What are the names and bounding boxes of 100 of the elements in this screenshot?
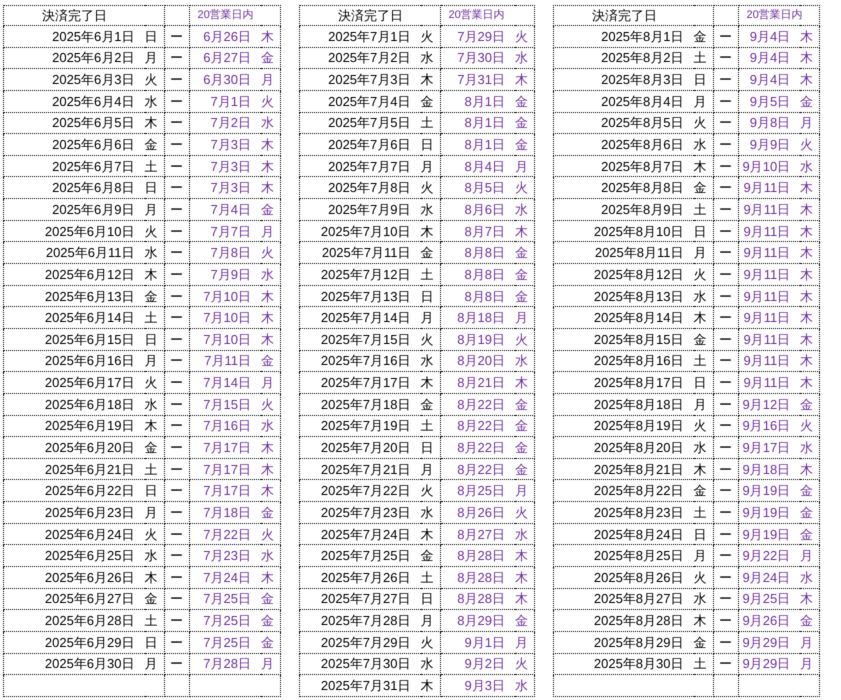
weekday-cell: 木	[800, 285, 820, 307]
weekday-cell: 火	[261, 242, 280, 264]
weekday-cell: 水	[144, 544, 164, 567]
weekday-cell: 土	[144, 155, 164, 177]
column-header: 20営業日内	[440, 6, 534, 26]
weekday-cell: 月	[261, 653, 280, 675]
weekday-cell: 水	[800, 436, 820, 458]
date-cell: 2025年7月31日	[300, 674, 420, 696]
weekday-cell: 土	[420, 415, 440, 437]
date-cell: 2025年8月20日	[554, 436, 694, 458]
weekday-cell: 木	[261, 134, 280, 156]
weekday-cell: 木	[261, 480, 280, 502]
arrow-cell: ー	[164, 306, 189, 328]
weekday-cell: 火	[800, 415, 820, 437]
date-cell: 2025年8月28日	[554, 610, 694, 632]
weekday-cell: 木	[261, 155, 280, 177]
date-cell: 2025年6月13日	[4, 285, 144, 307]
arrow-cell: ー	[713, 306, 738, 328]
arrow-cell: ー	[713, 134, 738, 156]
date-cell: 2025年7月6日	[300, 134, 420, 156]
arrow-cell: ー	[713, 480, 738, 502]
arrow-cell: ー	[164, 68, 189, 90]
weekday-cell: 金	[261, 610, 280, 632]
weekday-cell: 金	[515, 90, 534, 112]
date-cell: 2025年8月3日	[554, 68, 694, 90]
weekday-cell: 日	[420, 134, 440, 156]
arrow-cell: ー	[164, 134, 189, 156]
weekday-cell: 木	[515, 68, 534, 90]
weekday-cell: 土	[144, 306, 164, 328]
weekday-cell: 日	[694, 220, 713, 242]
weekday-cell: 月	[694, 90, 713, 112]
date-cell: 2025年7月4日	[300, 90, 420, 112]
weekday-cell: 土	[144, 458, 164, 480]
date-cell: 2025年6月23日	[4, 502, 144, 524]
weekday-cell: 火	[420, 328, 440, 350]
weekday-cell: 金	[420, 544, 440, 567]
arrow-cell: ー	[164, 631, 189, 654]
weekday-cell: 月	[144, 198, 164, 220]
weekday-cell: 木	[515, 544, 534, 567]
weekday-cell: 水	[694, 134, 713, 156]
weekday-cell: 土	[420, 566, 440, 588]
arrow-cell: ー	[713, 610, 738, 632]
weekday-cell: 水	[261, 112, 280, 134]
date-cell: 2025年6月2日	[4, 47, 144, 69]
weekday-cell: 木	[261, 436, 280, 458]
arrow-cell: ー	[164, 112, 189, 134]
weekday-cell: 日	[420, 588, 440, 610]
weekday-cell: 水	[515, 674, 534, 696]
date-cell: 2025年8月2日	[554, 47, 694, 69]
date-cell: 2025年7月15日	[300, 328, 420, 350]
weekday-cell: 水	[515, 523, 534, 545]
weekday-cell: 月	[800, 631, 820, 654]
arrow-cell: ー	[713, 112, 738, 134]
date-cell: 2025年8月1日	[554, 26, 694, 48]
weekday-cell: 日	[694, 523, 713, 545]
date-cell: 2025年7月19日	[300, 415, 420, 437]
table-cell	[164, 674, 189, 696]
weekday-cell: 水	[261, 415, 280, 437]
date-cell: 2025年8月26日	[554, 566, 694, 588]
weekday-cell: 火	[144, 523, 164, 545]
arrow-cell: ー	[713, 502, 738, 524]
weekday-cell: 金	[515, 285, 534, 307]
date-cell: 2025年6月21日	[4, 458, 144, 480]
column-header: 20営業日内	[189, 6, 280, 26]
date-cell: 2025年7月12日	[300, 264, 420, 286]
weekday-cell: 金	[694, 328, 713, 350]
date-cell: 2025年7月20日	[300, 436, 420, 458]
date-cell: 2025年8月13日	[554, 285, 694, 307]
weekday-cell: 木	[515, 220, 534, 242]
arrow-cell: ー	[713, 631, 738, 654]
date-cell: 2025年8月10日	[554, 220, 694, 242]
weekday-cell: 金	[144, 436, 164, 458]
weekday-cell: 日	[144, 26, 164, 48]
date-cell: 2025年7月23日	[300, 502, 420, 524]
date-cell: 2025年8月27日	[554, 588, 694, 610]
date-cell: 2025年7月3日	[300, 68, 420, 90]
weekday-cell: 水	[420, 198, 440, 220]
arrow-cell: ー	[164, 26, 189, 48]
date-cell: 2025年8月23日	[554, 502, 694, 524]
date-cell: 2025年6月28日	[4, 610, 144, 632]
weekday-cell: 水	[420, 502, 440, 524]
weekday-cell: 木	[144, 415, 164, 437]
weekday-cell: 金	[515, 458, 534, 480]
weekday-cell: 金	[515, 436, 534, 458]
weekday-cell: 火	[694, 415, 713, 437]
weekday-cell: 火	[261, 393, 280, 416]
weekday-cell: 金	[261, 47, 280, 69]
weekday-cell: 水	[515, 198, 534, 220]
weekday-cell: 水	[144, 90, 164, 112]
arrow-cell: ー	[164, 47, 189, 69]
arrow-cell: ー	[164, 458, 189, 480]
arrow-cell: ー	[164, 350, 189, 372]
weekday-cell: 金	[420, 393, 440, 416]
weekday-cell: 金	[694, 631, 713, 654]
date-cell: 2025年7月24日	[300, 523, 420, 545]
weekday-cell: 日	[694, 68, 713, 90]
weekday-cell: 木	[144, 264, 164, 286]
date-cell: 2025年6月10日	[4, 220, 144, 242]
arrow-cell: ー	[713, 372, 738, 394]
date-cell: 2025年6月9日	[4, 198, 144, 220]
